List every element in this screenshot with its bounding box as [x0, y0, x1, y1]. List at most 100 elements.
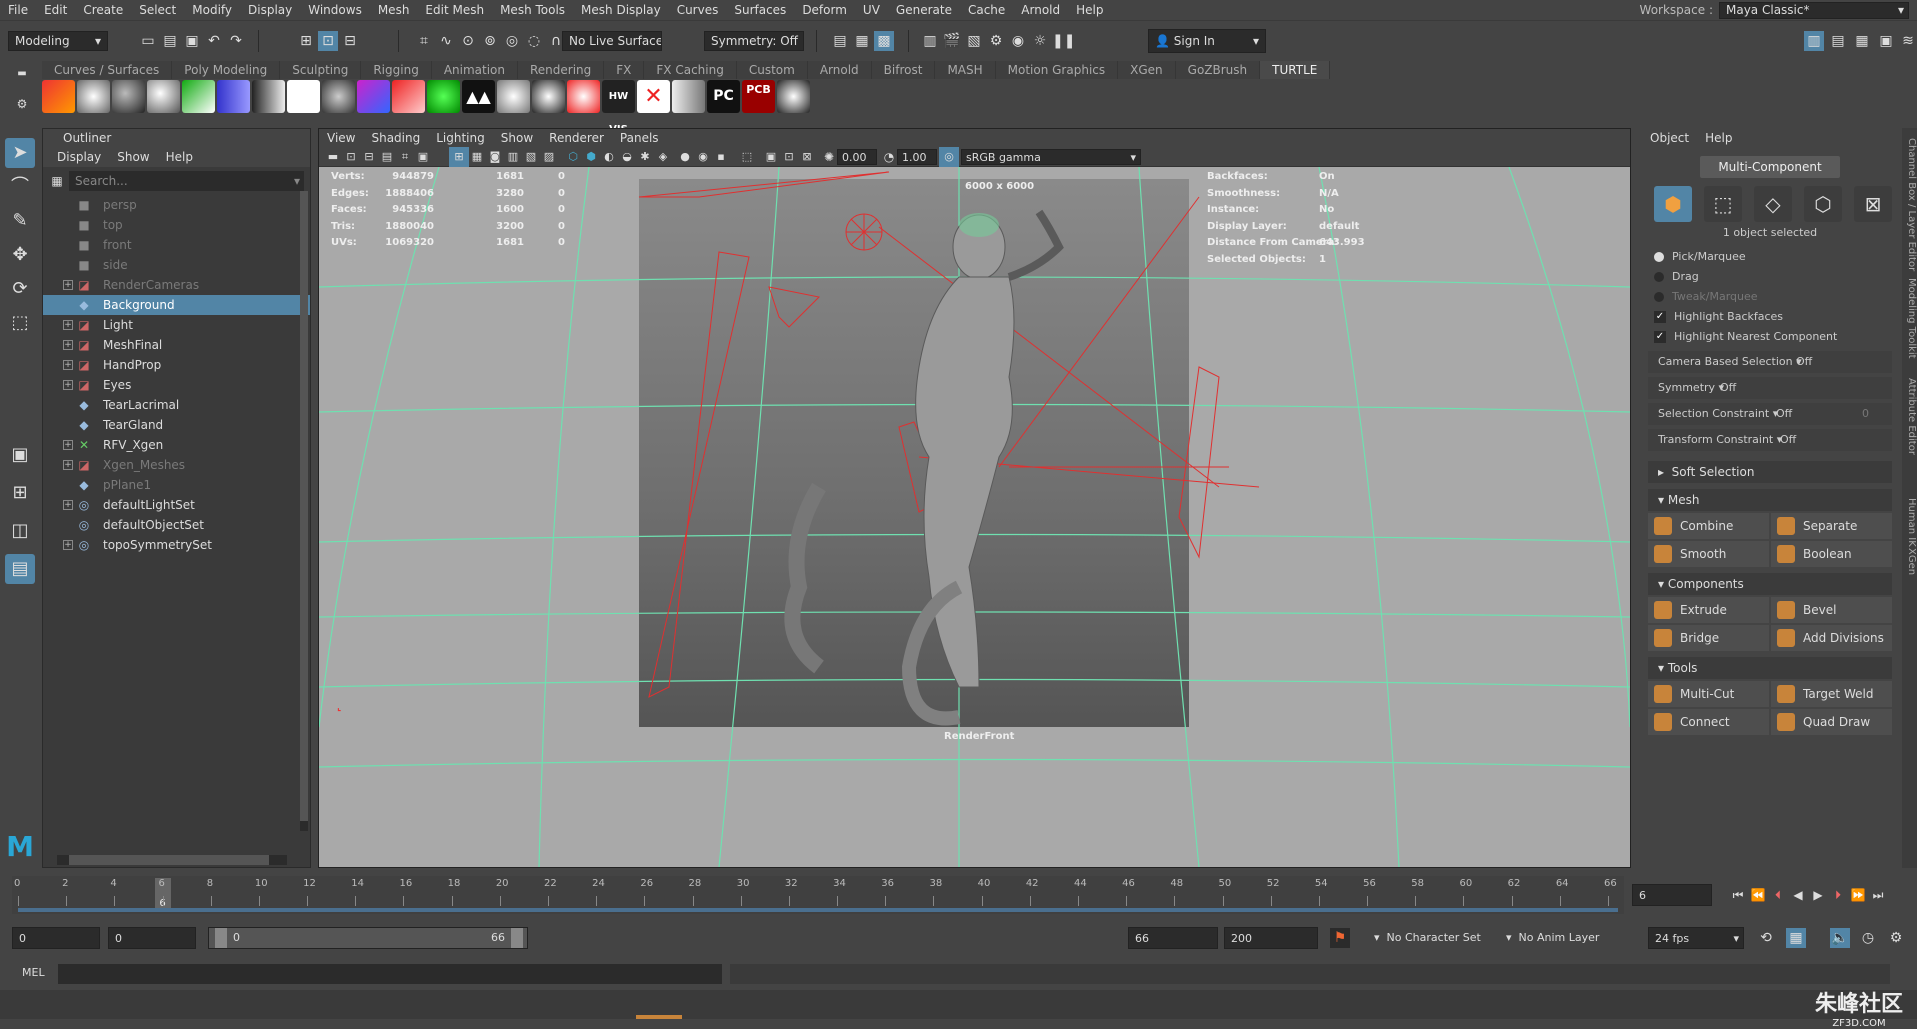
turtle-sphere-icon[interactable]: [112, 80, 145, 113]
cache-playback-icon[interactable]: ▦: [1786, 928, 1806, 948]
playback-end-field[interactable]: 66: [1128, 927, 1218, 949]
color-space-dropdown[interactable]: sRGB gamma ▾: [961, 149, 1141, 165]
tool-settings-toggle-icon[interactable]: ▦: [1852, 31, 1872, 51]
menu-item-mesh[interactable]: Mesh: [370, 0, 418, 20]
outliner-layout-icon[interactable]: ▤: [5, 554, 35, 584]
connect-button[interactable]: Connect: [1648, 709, 1769, 735]
four-view-icon[interactable]: ⊞: [5, 478, 35, 508]
shelf-tab-animation[interactable]: Animation: [431, 61, 518, 79]
ipr-icon[interactable]: ▦: [852, 31, 872, 51]
snap-vertex-icon[interactable]: ◌: [524, 31, 544, 51]
shelf-tab-turtle[interactable]: TURTLE: [1260, 61, 1331, 79]
select-tool-icon[interactable]: ➤: [5, 138, 35, 168]
menu-item-display[interactable]: Display: [240, 0, 300, 20]
grid-icon[interactable]: ⌗: [395, 147, 415, 167]
xray-joints-icon[interactable]: ◐: [599, 147, 619, 167]
layers-toggle-icon[interactable]: ≋: [1898, 31, 1917, 51]
snap-view-icon[interactable]: ⊚: [480, 31, 500, 51]
outliner-item[interactable]: ■ top: [43, 215, 310, 235]
shelf-menu-icon[interactable]: ▬: [12, 64, 32, 84]
film-gate-icon[interactable]: ▣: [413, 147, 433, 167]
hw-vis-icon[interactable]: HW VIS: [602, 80, 635, 135]
outliner-item[interactable]: + ◪ RenderCameras: [43, 275, 310, 295]
turtle-light-icon[interactable]: [357, 80, 390, 113]
symmetry-dropdown[interactable]: Symmetry: Off: [704, 31, 804, 51]
color-management-icon[interactable]: ◎: [939, 147, 959, 167]
time-slider[interactable]: 6 0 2 46 8 10 12 14 16 18 20 22 24 26 28 30 32 34 36 38 40 4…: [12, 876, 1624, 914]
transform-constraint-row[interactable]: Transform Constraint ▾ Off: [1648, 429, 1892, 451]
pick-marquee-option[interactable]: Pick/Marquee: [1640, 247, 1900, 267]
shelf-tab-rendering[interactable]: Rendering: [518, 61, 605, 79]
bridge-button[interactable]: Bridge: [1648, 625, 1769, 651]
isolate-select-icon[interactable]: ⬡: [563, 147, 583, 167]
scene-start-field[interactable]: 0: [12, 927, 100, 949]
snap-surface-icon[interactable]: ◎: [502, 31, 522, 51]
side-tab-xgen[interactable]: XGen: [1902, 548, 1917, 575]
multi-component-button[interactable]: Multi-Component: [1700, 156, 1840, 178]
lock-camera-icon[interactable]: ⊡: [341, 147, 361, 167]
play-forwards-icon[interactable]: ▶: [1808, 885, 1828, 905]
current-frame-field[interactable]: 6: [1632, 884, 1712, 906]
bevel-button[interactable]: Bevel: [1771, 597, 1892, 623]
disable-icon[interactable]: ✕: [637, 80, 670, 113]
menu-item-uv[interactable]: UV: [855, 0, 888, 20]
outliner-hscrollbar[interactable]: [57, 855, 287, 865]
multi-cut-button[interactable]: Multi-Cut: [1648, 681, 1769, 707]
drag-option[interactable]: Drag: [1640, 267, 1900, 287]
pause-icon[interactable]: ❚❚: [1052, 31, 1075, 51]
fps-dropdown[interactable]: 24 fps ▾: [1648, 927, 1744, 949]
side-tab-attribute-editor[interactable]: Attribute Editor: [1902, 378, 1917, 455]
outliner-item[interactable]: + ✕ RFV_Xgen: [43, 435, 310, 455]
shadows-icon[interactable]: ▨: [539, 147, 559, 167]
outliner-item[interactable]: ■ front: [43, 235, 310, 255]
construction-history-icon[interactable]: ▩: [874, 31, 894, 51]
render-settings-icon[interactable]: ⚙: [986, 31, 1006, 51]
resolution-gate-icon[interactable]: ▪: [711, 147, 731, 167]
hud-icon[interactable]: ◉: [693, 147, 713, 167]
turtle-red-sphere-icon[interactable]: [567, 80, 600, 113]
bookmark-icon[interactable]: ⊟: [359, 147, 379, 167]
scrollbar-thumb[interactable]: [300, 191, 308, 821]
shelf-tab-mash[interactable]: MASH: [935, 61, 996, 79]
pc-icon[interactable]: PC: [707, 80, 740, 113]
viewport-scene[interactable]: 6000 x 6000 RenderFront Verts: 944879 1681…: [319, 167, 1630, 867]
viewport-menu-lighting[interactable]: Lighting: [436, 129, 485, 147]
shelf-tab-xgen[interactable]: XGen: [1118, 61, 1176, 79]
select-object-icon[interactable]: ⊡: [318, 31, 338, 51]
gamma-field[interactable]: 1.00: [897, 149, 937, 165]
tweak-marquee-option[interactable]: Tweak/Marquee: [1640, 287, 1900, 307]
section-header-tools[interactable]: ▾ Tools: [1648, 657, 1892, 679]
outliner-item[interactable]: ■ persp: [43, 195, 310, 215]
shelf-tab-curves-surfaces[interactable]: Curves / Surfaces: [42, 61, 173, 79]
menu-item-surfaces[interactable]: Surfaces: [726, 0, 794, 20]
lights-icon[interactable]: ▧: [521, 147, 541, 167]
menu-item-select[interactable]: Select: [131, 0, 184, 20]
camera-based-selection-row[interactable]: Camera Based Selection ▾ Off: [1648, 351, 1892, 373]
go-to-end-icon[interactable]: ⏭: [1868, 885, 1888, 905]
section-header-components[interactable]: ▾ Components: [1648, 573, 1892, 595]
snap-grid-icon[interactable]: ⌗: [414, 31, 434, 51]
single-perspective-icon[interactable]: ▣: [5, 440, 35, 470]
step-forward-key-icon[interactable]: ⏵: [1828, 885, 1848, 905]
turtle-camera-icon[interactable]: [322, 80, 355, 113]
outliner-item[interactable]: + ◪ MeshFinal: [43, 335, 310, 355]
render-frame-icon[interactable]: 🎬: [942, 31, 962, 51]
uv-mode-icon[interactable]: ⊠: [1854, 186, 1892, 222]
shelf-settings-icon[interactable]: ⚙: [12, 94, 32, 114]
camera-icon[interactable]: ▬: [323, 147, 343, 167]
render-view-icon[interactable]: ▥: [920, 31, 940, 51]
turtle-survey-icon[interactable]: [287, 80, 320, 113]
motion-blur-icon[interactable]: ✱: [635, 147, 655, 167]
auto-key-icon[interactable]: ⚑: [1330, 928, 1350, 948]
turtle-options-icon[interactable]: [182, 80, 215, 113]
turtle-shape-icon[interactable]: ▲▲: [462, 80, 495, 113]
shelf-tab-fx-caching[interactable]: FX Caching: [644, 61, 737, 79]
turtle-ao-icon[interactable]: [147, 80, 180, 113]
outliner-item[interactable]: + ◪ Eyes: [43, 375, 310, 395]
smooth-shade-icon[interactable]: ▦: [467, 147, 487, 167]
outliner-search-input[interactable]: Search... ▾: [69, 171, 304, 191]
turtle-gi-icon[interactable]: [497, 80, 530, 113]
shelf-tab-fx[interactable]: FX: [604, 61, 645, 79]
menu-item-help[interactable]: Help: [1068, 0, 1111, 20]
turtle-green-icon[interactable]: [427, 80, 460, 113]
